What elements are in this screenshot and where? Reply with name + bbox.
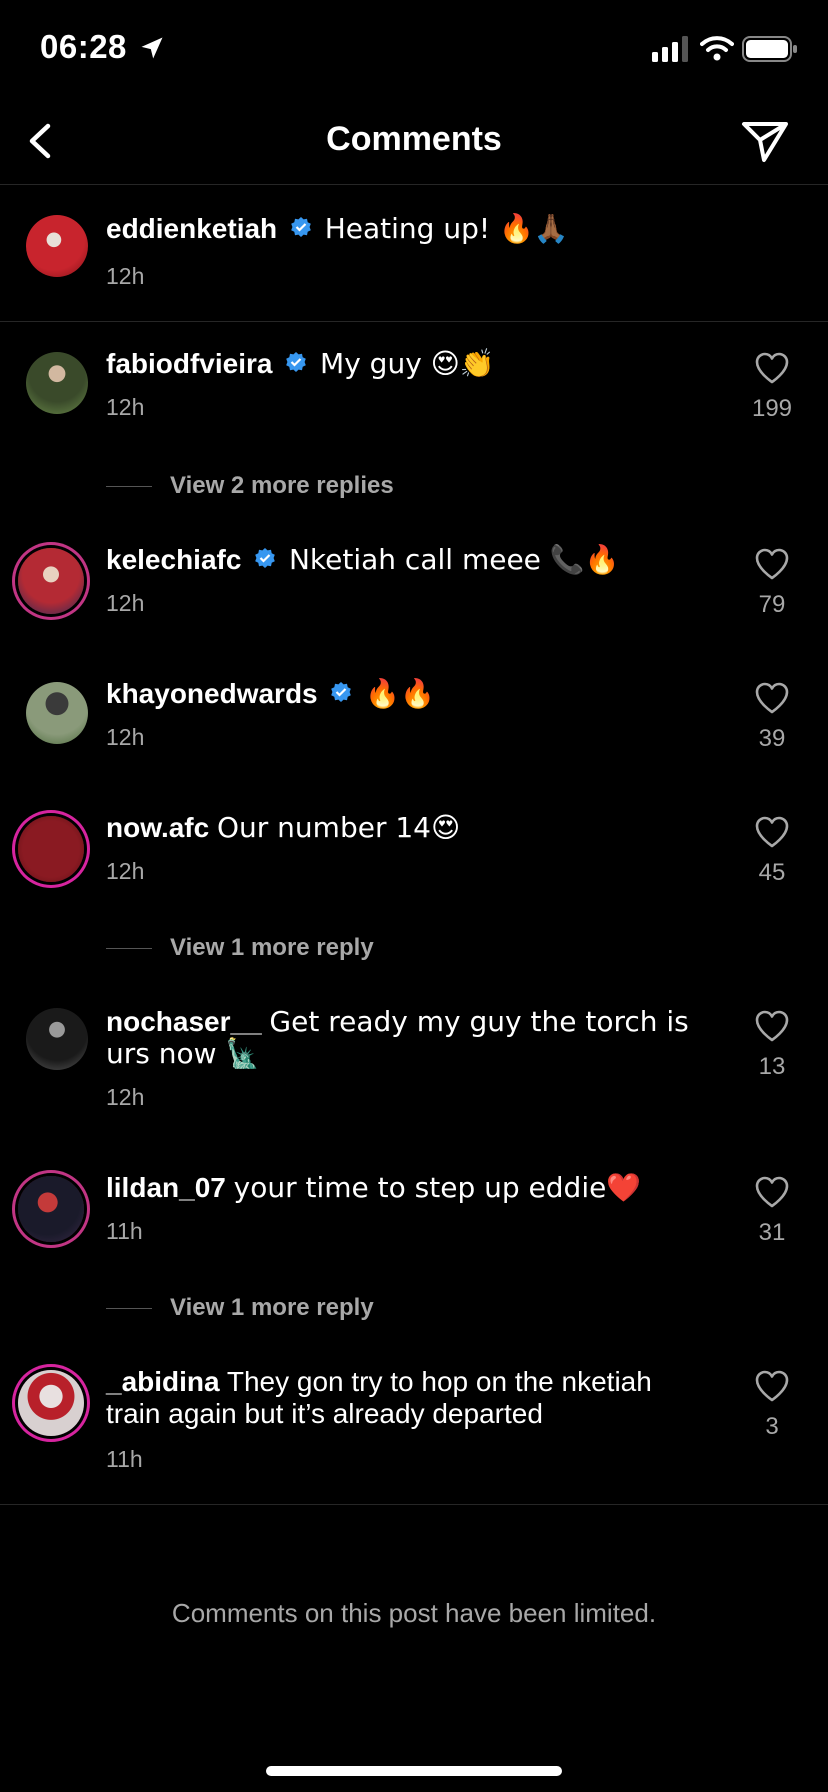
view-replies-label: View 1 more reply <box>170 934 374 961</box>
view-replies-label: View 2 more replies <box>170 472 394 499</box>
heart-icon[interactable] <box>754 548 790 580</box>
view-replies-button[interactable]: View 2 more replies <box>106 472 394 500</box>
verified-badge-icon <box>331 682 352 702</box>
divider <box>0 1504 828 1505</box>
view-replies-button[interactable]: View 1 more reply <box>106 934 374 962</box>
like-group: 31 <box>746 1176 798 1247</box>
like-group: 3 <box>746 1370 798 1441</box>
like-group: 45 <box>746 816 798 887</box>
caption-username[interactable]: eddienketiah <box>106 213 277 244</box>
comment-time: 11h <box>106 1446 143 1472</box>
like-group: 13 <box>746 1010 798 1081</box>
like-count: 45 <box>758 859 786 886</box>
comment-text: your time to step up eddie❤️ <box>233 1171 642 1204</box>
comment-text: 🔥🔥 <box>365 677 435 710</box>
heart-icon[interactable] <box>754 682 790 714</box>
avatar[interactable] <box>26 215 88 277</box>
like-count: 39 <box>758 725 786 752</box>
verified-badge-icon <box>291 217 311 237</box>
comment-text: Our number 14😍 <box>216 811 461 844</box>
comment-username[interactable]: lildan_07 <box>106 1172 226 1203</box>
comment-time: 12h <box>106 394 145 420</box>
location-arrow-icon <box>141 37 163 59</box>
heart-icon[interactable] <box>754 816 790 848</box>
reply-line <box>106 486 152 488</box>
battery-icon <box>742 36 797 62</box>
like-count: 79 <box>758 591 786 618</box>
comment-time: 11h <box>106 1218 143 1244</box>
home-indicator[interactable] <box>266 1766 562 1776</box>
status-bar: 06:28 <box>0 0 828 100</box>
comment-time: 12h <box>106 590 145 616</box>
heart-icon[interactable] <box>754 1010 790 1042</box>
avatar[interactable] <box>26 352 88 414</box>
like-count: 3 <box>765 1413 779 1440</box>
heart-icon[interactable] <box>754 352 790 384</box>
comment-text: My guy 😍👏 <box>320 347 495 380</box>
reply-line <box>106 948 152 950</box>
comment-time: 12h <box>106 724 145 750</box>
view-replies-button[interactable]: View 1 more reply <box>106 1294 374 1322</box>
like-count: 199 <box>751 395 793 422</box>
heart-icon[interactable] <box>754 1176 790 1208</box>
status-time: 06:28 <box>40 28 127 65</box>
comment-username[interactable]: kelechiafc <box>106 544 241 575</box>
header-bar: Comments <box>0 100 828 185</box>
avatar[interactable] <box>18 1176 84 1242</box>
wifi-icon <box>700 36 734 61</box>
comment-username[interactable]: khayonedwards <box>106 678 318 709</box>
avatar[interactable] <box>18 548 84 614</box>
comment-username[interactable]: nochaser__ <box>106 1006 262 1037</box>
page-title: Comments <box>326 120 502 158</box>
like-count: 31 <box>758 1219 786 1246</box>
caption-time: 12h <box>106 263 145 289</box>
avatar[interactable] <box>26 682 88 744</box>
signal-icon <box>652 36 688 62</box>
comment-username[interactable]: now.afc <box>106 812 209 843</box>
comment-text: Nketiah call meee 📞🔥 <box>288 543 620 576</box>
comment-username[interactable]: _abidina <box>106 1366 220 1397</box>
like-group: 79 <box>746 548 798 619</box>
comment-username[interactable]: fabiodfvieira <box>106 348 272 379</box>
comments-limited-notice: Comments on this post have been limited. <box>171 1598 657 1628</box>
avatar[interactable] <box>18 1370 84 1436</box>
comment-time: 12h <box>106 858 145 884</box>
heart-icon[interactable] <box>754 1370 790 1402</box>
comment-time: 12h <box>106 1084 145 1110</box>
reply-line <box>106 1308 152 1310</box>
send-icon[interactable] <box>740 118 790 166</box>
like-group: 199 <box>746 352 798 423</box>
avatar[interactable] <box>18 816 84 882</box>
view-replies-label: View 1 more reply <box>170 1294 374 1321</box>
verified-badge-icon <box>286 352 307 372</box>
avatar[interactable] <box>26 1008 88 1070</box>
post-caption: eddienketiah Heating up! 🔥🙏🏾 12h <box>0 185 828 322</box>
like-count: 13 <box>758 1053 786 1080</box>
like-group: 39 <box>746 682 798 753</box>
caption-text: Heating up! 🔥🙏🏾 <box>324 212 569 245</box>
verified-badge-icon <box>255 548 276 568</box>
